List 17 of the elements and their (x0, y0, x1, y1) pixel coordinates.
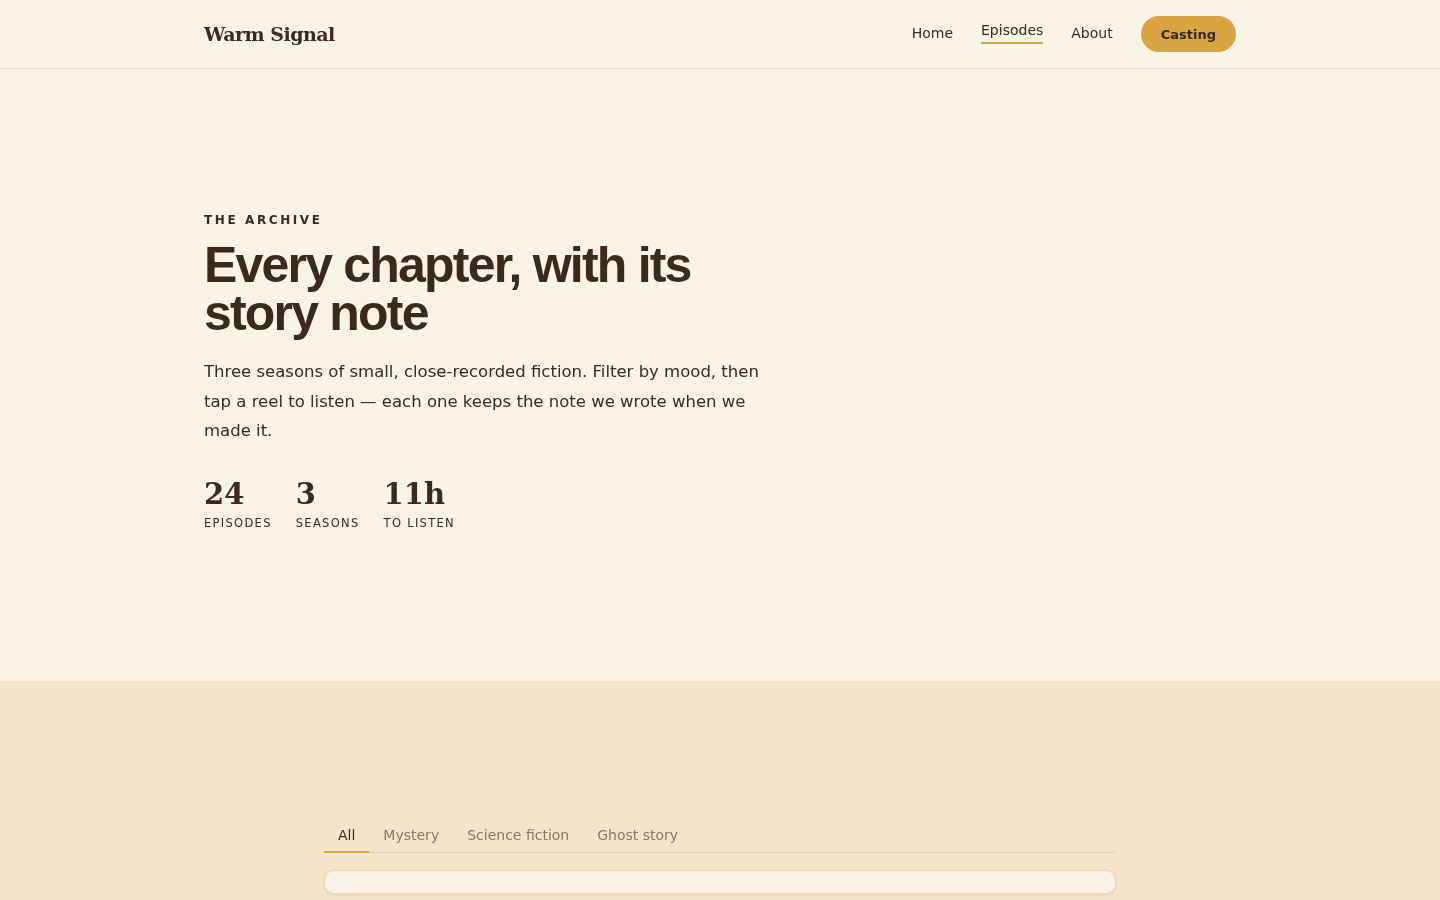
section-eyebrow: THE ARCHIVE (204, 213, 324, 227)
nav-link[interactable]: Home (911, 21, 953, 47)
stat-value: 24 (204, 475, 246, 512)
stat-value: 3 (295, 475, 317, 512)
stat-label: SEASONS (295, 515, 360, 530)
casting-button[interactable]: Casting (1140, 16, 1236, 52)
filter-tab[interactable]: Ghost story (583, 821, 693, 853)
nav-link[interactable]: About (1071, 21, 1113, 47)
hero-description: Three seasons of small, close-recorded fiction. Filter by mood, then tap a reel to listen — each one keeps the note we wrote when we made it. (204, 361, 760, 442)
stat-label: EPISODES (204, 515, 272, 530)
filter-tab[interactable]: All (324, 821, 370, 853)
stat-label: TO LISTEN (383, 515, 455, 530)
filter-tab[interactable]: Mystery (369, 821, 454, 853)
nav-link[interactable]: Episodes (981, 18, 1044, 44)
stat-value: 11h (383, 475, 446, 512)
site-logo[interactable]: Warm Signal (204, 23, 335, 45)
filter-tab[interactable]: Science fiction (453, 821, 584, 853)
